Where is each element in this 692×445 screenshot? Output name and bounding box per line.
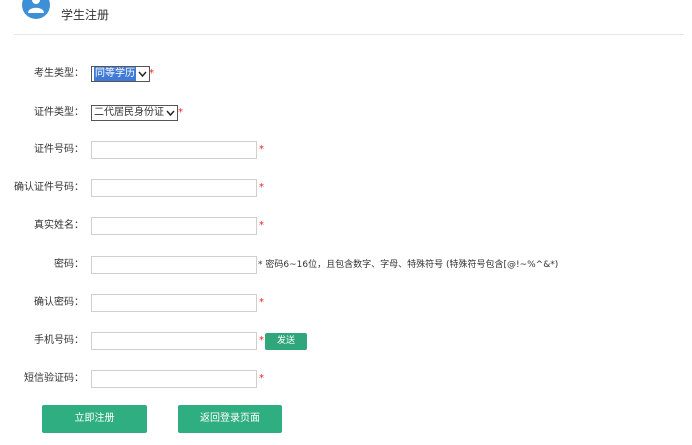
id-type-row: 证件类型： 二代居民身份证 *: [0, 104, 692, 122]
exam-type-select[interactable]: 同等学历: [91, 66, 150, 82]
confirm-password-input[interactable]: [91, 294, 257, 312]
id-type-select[interactable]: 二代居民身份证: [91, 105, 178, 121]
password-row: 密码： * 密码6~16位，且包含数字、字母、特殊符号 (特殊符号包含[@!~%…: [0, 256, 692, 274]
required-mark: *: [259, 335, 264, 346]
page-title: 学生注册: [61, 8, 110, 22]
required-mark: *: [149, 68, 154, 79]
required-mark: *: [259, 220, 264, 231]
required-mark: *: [259, 182, 264, 193]
required-mark: *: [259, 373, 264, 384]
exam-type-selected-value: 同等学历: [94, 67, 136, 81]
real-name-label: 真实姓名：: [34, 220, 84, 231]
phone-row: 手机号码： * 发送: [0, 332, 692, 350]
exam-type-label: 考生类型：: [34, 68, 84, 79]
header-divider: [14, 34, 684, 35]
confirm-id-number-input[interactable]: [91, 179, 257, 197]
phone-input[interactable]: [91, 332, 257, 350]
password-hint: * 密码6~16位，且包含数字、字母、特殊符号 (特殊符号包含[@!~%^&*): [258, 260, 559, 270]
id-type-selected-value: 二代居民身份证: [94, 107, 164, 118]
id-number-input[interactable]: [91, 141, 257, 159]
id-type-label: 证件类型：: [34, 107, 84, 118]
real-name-input[interactable]: [91, 217, 257, 235]
required-mark: *: [178, 107, 183, 118]
confirm-password-label: 确认密码：: [34, 297, 84, 308]
back-to-login-button[interactable]: 返回登录页面: [178, 405, 282, 433]
send-sms-button[interactable]: 发送: [265, 333, 307, 350]
password-input[interactable]: [91, 256, 257, 274]
phone-label: 手机号码：: [34, 335, 84, 346]
confirm-password-row: 确认密码： *: [0, 294, 692, 312]
real-name-row: 真实姓名： *: [0, 217, 692, 235]
id-number-row: 证件号码： *: [0, 141, 692, 159]
register-button[interactable]: 立即注册: [42, 405, 147, 433]
exam-type-row: 考生类型： 同等学历 *: [0, 65, 692, 83]
sms-code-input[interactable]: [91, 370, 257, 388]
password-label: 密码：: [54, 259, 84, 270]
sms-code-row: 短信验证码： *: [0, 370, 692, 388]
chevron-down-icon: [166, 106, 175, 125]
sms-code-label: 短信验证码：: [24, 373, 84, 384]
id-number-label: 证件号码：: [34, 144, 84, 155]
confirm-id-number-label: 确认证件号码：: [14, 182, 84, 193]
page-header: 学生注册: [14, 0, 684, 22]
chevron-down-icon: [138, 67, 147, 86]
user-avatar-icon: [22, 0, 50, 19]
required-mark: *: [259, 297, 264, 308]
required-mark: *: [259, 144, 264, 155]
confirm-id-number-row: 确认证件号码： *: [0, 179, 692, 197]
